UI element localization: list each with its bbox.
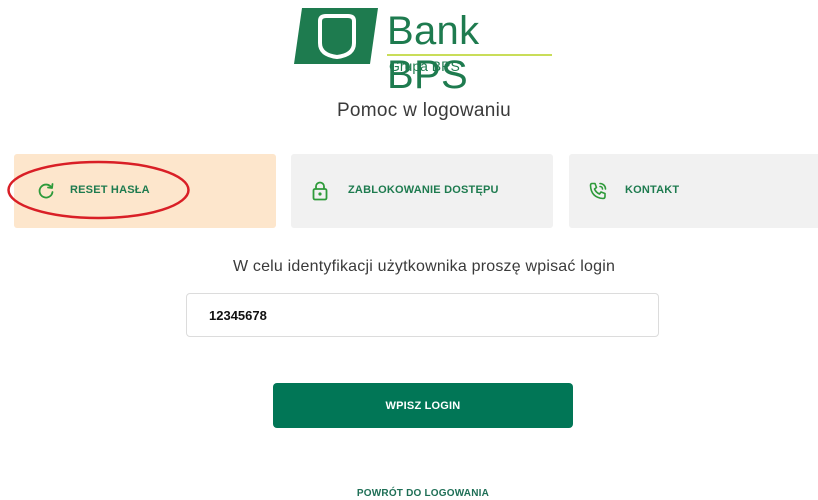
bank-group-name: Grupa BPS bbox=[389, 58, 460, 74]
back-to-login-link[interactable]: POWRÓT DO LOGOWANIA bbox=[0, 488, 818, 499]
phone-icon bbox=[589, 182, 607, 200]
tab-contact-label: KONTAKT bbox=[625, 184, 680, 196]
tab-reset-password[interactable]: RESET HASŁA bbox=[14, 154, 276, 228]
login-instruction: W celu identyfikacji użytkownika proszę … bbox=[232, 258, 616, 275]
lock-icon bbox=[312, 181, 328, 201]
page-title: Pomoc w logowaniu bbox=[336, 100, 512, 121]
login-input[interactable] bbox=[186, 293, 659, 337]
bank-logo-badge-icon bbox=[294, 8, 378, 64]
tab-contact[interactable]: KONTAKT bbox=[569, 154, 818, 228]
submit-login-button[interactable]: WPISZ LOGIN bbox=[273, 383, 573, 428]
tab-access-block[interactable]: ZABLOKOWANIE DOSTĘPU bbox=[291, 154, 553, 228]
tab-reset-password-label: RESET HASŁA bbox=[70, 184, 150, 196]
bank-logo: Bank BPS Grupa BPS bbox=[292, 7, 562, 97]
bank-name: Bank BPS bbox=[387, 9, 480, 97]
logo-divider bbox=[387, 54, 552, 56]
tab-access-block-label: ZABLOKOWANIE DOSTĘPU bbox=[348, 184, 499, 196]
refresh-icon bbox=[38, 183, 54, 199]
